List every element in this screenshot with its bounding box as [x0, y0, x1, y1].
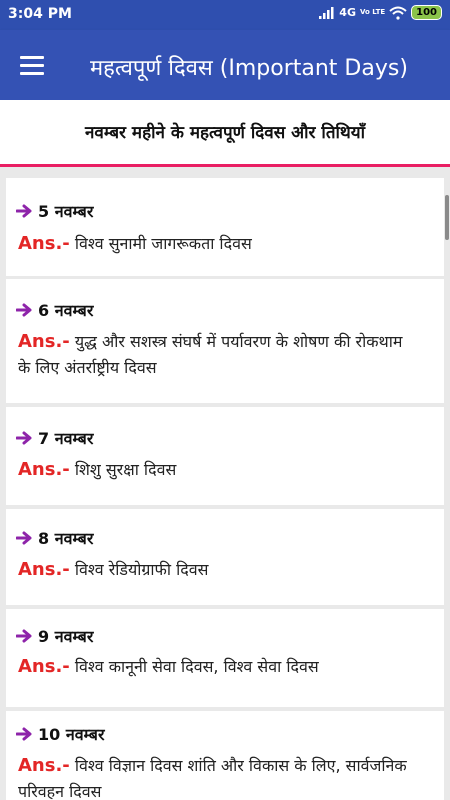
- days-list[interactable]: 5 नवम्बर Ans.- विश्व सुनामी जागरूकता दिव…: [0, 175, 450, 800]
- hamburger-menu-icon[interactable]: [14, 47, 50, 83]
- date-line: 9 नवम्बर: [16, 625, 93, 647]
- date-label: 5 नवम्बर: [38, 202, 94, 221]
- app-title: महत्वपूर्ण दिवस (Important Days): [90, 56, 408, 81]
- date-label: 9 नवम्बर: [38, 627, 94, 646]
- right-arrow-icon: [16, 629, 32, 643]
- date-line: 7 नवम्बर: [16, 427, 93, 449]
- answer-text: युद्ध और सशस्त्र संघर्ष में पर्यावरण के …: [18, 332, 403, 377]
- ans-label: Ans.-: [18, 559, 70, 580]
- status-bar: 3:04 PM 4G Vo LTE 100: [0, 0, 450, 30]
- date-label: 7 नवम्बर: [38, 429, 94, 448]
- ans-label: Ans.-: [18, 331, 70, 352]
- ans-label: Ans.-: [18, 233, 70, 254]
- network-type: 4G: [339, 6, 356, 19]
- scrollbar[interactable]: [445, 195, 449, 240]
- answer-line: Ans.- युद्ध और सशस्त्र संघर्ष में पर्याव…: [18, 329, 418, 381]
- status-time: 3:04 PM: [8, 6, 72, 22]
- answer-line: Ans.- विश्व विज्ञान दिवस शांति और विकास …: [18, 753, 418, 800]
- answer-text: विश्व रेडियोग्राफी दिवस: [74, 560, 209, 579]
- date-line: 8 नवम्बर: [16, 527, 93, 549]
- volte-indicator: Vo LTE: [359, 8, 386, 16]
- battery-icon: 100: [411, 5, 442, 20]
- list-item[interactable]: 5 नवम्बर Ans.- विश्व सुनामी जागरूकता दिव…: [6, 178, 444, 276]
- date-label: 8 नवम्बर: [38, 529, 94, 548]
- answer-line: Ans.- विश्व सुनामी जागरूकता दिवस: [18, 231, 418, 257]
- answer-line: Ans.- शिशु सुरक्षा दिवस: [18, 457, 418, 483]
- ans-label: Ans.-: [18, 459, 70, 480]
- list-item[interactable]: 9 नवम्बर Ans.- विश्व कानूनी सेवा दिवस, व…: [6, 609, 444, 707]
- right-arrow-icon: [16, 204, 32, 218]
- date-line: 10 नवम्बर: [16, 723, 105, 745]
- right-arrow-icon: [16, 531, 32, 545]
- right-arrow-icon: [16, 431, 32, 445]
- list-item[interactable]: 8 नवम्बर Ans.- विश्व रेडियोग्राफी दिवस: [6, 509, 444, 605]
- right-arrow-icon: [16, 303, 32, 317]
- app-bar: महत्वपूर्ण दिवस (Important Days): [0, 30, 450, 100]
- answer-text: शिशु सुरक्षा दिवस: [74, 460, 177, 479]
- list-item[interactable]: 7 नवम्बर Ans.- शिशु सुरक्षा दिवस: [6, 407, 444, 505]
- date-label: 10 नवम्बर: [38, 725, 105, 744]
- answer-text: विश्व विज्ञान दिवस शांति और विकास के लिए…: [18, 756, 407, 800]
- answer-line: Ans.- विश्व रेडियोग्राफी दिवस: [18, 557, 418, 583]
- ans-label: Ans.-: [18, 755, 70, 776]
- right-arrow-icon: [16, 727, 32, 741]
- list-item[interactable]: 10 नवम्बर Ans.- विश्व विज्ञान दिवस शांति…: [6, 711, 444, 800]
- subheader-title: नवम्बर महीने के महत्वपूर्ण दिवस और तिथिय…: [84, 123, 366, 143]
- answer-text: विश्व सुनामी जागरूकता दिवस: [74, 234, 252, 253]
- ans-label: Ans.-: [18, 656, 70, 677]
- date-line: 5 नवम्बर: [16, 200, 93, 222]
- date-label: 6 नवम्बर: [38, 301, 94, 320]
- page-subheader: नवम्बर महीने के महत्वपूर्ण दिवस और तिथिय…: [0, 100, 450, 167]
- answer-text: विश्व कानूनी सेवा दिवस, विश्व सेवा दिवस: [74, 657, 319, 676]
- date-line: 6 नवम्बर: [16, 299, 93, 321]
- wifi-icon: [389, 6, 407, 20]
- status-icons: 4G Vo LTE 100: [319, 5, 442, 20]
- answer-line: Ans.- विश्व कानूनी सेवा दिवस, विश्व सेवा…: [18, 654, 418, 680]
- signal-icon: [319, 6, 334, 19]
- list-item[interactable]: 6 नवम्बर Ans.- युद्ध और सशस्त्र संघर्ष म…: [6, 279, 444, 403]
